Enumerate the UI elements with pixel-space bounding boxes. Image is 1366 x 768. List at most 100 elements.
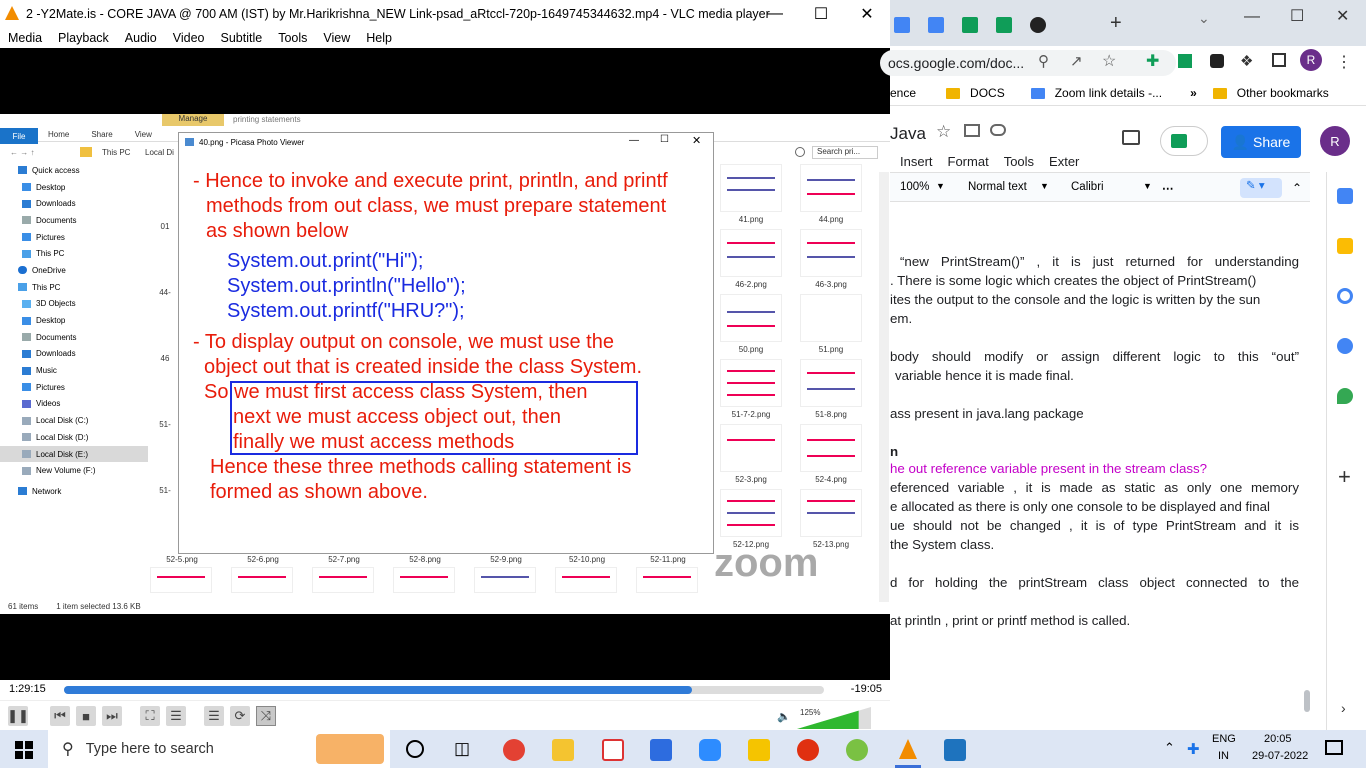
- account-avatar[interactable]: R: [1320, 126, 1350, 156]
- thumbnail[interactable]: [720, 489, 782, 537]
- doc-title[interactable]: Java: [890, 124, 926, 144]
- menu-tools[interactable]: Tools: [278, 31, 307, 45]
- address-local-disk[interactable]: Local Di: [145, 148, 174, 157]
- extension-icon[interactable]: ✚: [1146, 51, 1159, 71]
- maximize-button[interactable]: ☐: [798, 0, 844, 28]
- thumbnail[interactable]: [231, 567, 293, 593]
- style-select[interactable]: Normal text: [968, 181, 1027, 193]
- chevron-up-icon[interactable]: ⌃: [1164, 740, 1175, 756]
- extended-settings-icon[interactable]: ☰: [166, 706, 186, 726]
- refresh-icon[interactable]: [795, 147, 805, 157]
- comment-icon[interactable]: [1122, 130, 1140, 145]
- thumbnail[interactable]: [636, 567, 698, 593]
- share-button[interactable]: 👤 Share: [1221, 126, 1301, 158]
- explorer-search[interactable]: Search pri...: [812, 146, 878, 159]
- add-addon-icon[interactable]: +: [1338, 464, 1351, 490]
- document-page[interactable]: “new PrintStream()” , it is just returne…: [890, 204, 1310, 730]
- bookmark-star-icon[interactable]: ☆: [1102, 51, 1116, 71]
- bookmark-item[interactable]: ence: [890, 86, 916, 100]
- tray-app-icon[interactable]: ✚: [1187, 740, 1200, 758]
- contacts-icon[interactable]: [1337, 338, 1353, 354]
- back-arrow-icon[interactable]: ← → ↑: [10, 148, 34, 157]
- thumbnail[interactable]: [720, 164, 782, 212]
- sheets-tab-icon[interactable]: [962, 17, 978, 33]
- nav-documents[interactable]: Documents: [0, 212, 148, 229]
- menu-extensions[interactable]: Exter: [1049, 154, 1079, 169]
- menu-subtitle[interactable]: Subtitle: [221, 31, 263, 45]
- new-tab-icon[interactable]: +: [1110, 12, 1122, 35]
- bookmark-zoom[interactable]: Zoom link details -...: [1030, 86, 1172, 100]
- video-area[interactable]: Manage printing statements File Home Sha…: [0, 48, 890, 614]
- meet-button[interactable]: [1160, 126, 1208, 156]
- thumbnail[interactable]: [720, 294, 782, 342]
- menu-format[interactable]: Format: [948, 154, 989, 169]
- vlc-title-bar[interactable]: 2 -Y2Mate.is - CORE JAVA @ 700 AM (IST) …: [0, 0, 890, 28]
- puzzle-icon[interactable]: ❖: [1240, 52, 1253, 70]
- chevron-right-icon[interactable]: ›: [1341, 700, 1346, 716]
- nav-pictures-2[interactable]: Pictures: [0, 379, 148, 396]
- thumbnail[interactable]: [720, 424, 782, 472]
- github-icon[interactable]: [1030, 17, 1046, 33]
- menu-audio[interactable]: Audio: [125, 31, 157, 45]
- taskbar-search[interactable]: ⚲ Type here to search: [48, 730, 390, 768]
- thumbnail[interactable]: [312, 567, 374, 593]
- thumbnail[interactable]: [800, 229, 862, 277]
- tasks-icon[interactable]: [1337, 288, 1353, 304]
- nav-pictures[interactable]: Pictures: [0, 229, 148, 246]
- zoom-select[interactable]: 100%: [900, 181, 929, 193]
- menu-tools[interactable]: Tools: [1004, 154, 1034, 169]
- nav-disk-e[interactable]: Local Disk (E:): [0, 445, 148, 463]
- maximize-button[interactable]: ☐: [1290, 6, 1304, 26]
- store-icon[interactable]: [650, 739, 672, 761]
- nav-network[interactable]: Network: [0, 483, 148, 500]
- thumbnail[interactable]: [800, 489, 862, 537]
- file-tab[interactable]: File: [0, 128, 38, 144]
- docs-tab-icon[interactable]: [928, 17, 944, 33]
- zoom-icon[interactable]: [699, 739, 721, 761]
- share-tab[interactable]: Share: [91, 130, 112, 139]
- home-tab[interactable]: Home: [48, 130, 69, 139]
- speaker-icon[interactable]: 🔈: [774, 706, 794, 726]
- nav-music[interactable]: Music: [0, 362, 148, 379]
- thumbnail[interactable]: [800, 164, 862, 212]
- chevron-down-icon[interactable]: ▼: [936, 181, 945, 191]
- chevron-down-icon[interactable]: ▼: [1143, 181, 1152, 191]
- keep-icon[interactable]: [1337, 238, 1353, 254]
- volume-slider[interactable]: [797, 707, 871, 729]
- address-this-pc[interactable]: This PC: [102, 148, 130, 157]
- star-icon[interactable]: ☆: [936, 122, 951, 142]
- nav-disk-c[interactable]: Local Disk (C:): [0, 412, 148, 429]
- seek-bar[interactable]: [64, 686, 824, 694]
- picasa-title-bar[interactable]: 40.png - Picasa Photo Viewer — ☐ ✕: [179, 133, 713, 151]
- close-button[interactable]: ✕: [844, 0, 890, 28]
- cloud-status-icon[interactable]: [990, 124, 1006, 136]
- clock-date[interactable]: 29-07-2022: [1252, 750, 1308, 762]
- close-button[interactable]: ✕: [1336, 6, 1349, 26]
- nav-3d-objects[interactable]: 3D Objects: [0, 296, 148, 313]
- next-icon[interactable]: ⏭: [102, 706, 122, 726]
- clock-time[interactable]: 20:05: [1264, 733, 1292, 745]
- cortana-icon[interactable]: [406, 740, 424, 758]
- task-view-icon[interactable]: ◫: [454, 739, 470, 759]
- fullscreen-icon[interactable]: ⛶: [140, 706, 160, 726]
- shuffle-icon[interactable]: ⤨: [256, 706, 276, 726]
- photos-icon[interactable]: [944, 739, 966, 761]
- nav-disk-d[interactable]: Local Disk (D:): [0, 429, 148, 446]
- pause-icon[interactable]: ❚❚: [7, 706, 29, 726]
- maps-icon[interactable]: [1337, 388, 1353, 404]
- menu-help[interactable]: Help: [366, 31, 392, 45]
- vlc-taskbar-active[interactable]: [895, 730, 921, 768]
- address-bar[interactable]: ocs.google.com/doc...: [880, 50, 1176, 76]
- close-button[interactable]: ✕: [692, 134, 701, 147]
- nav-downloads[interactable]: Downloads: [0, 195, 148, 212]
- more-options-icon[interactable]: ⋯: [1162, 181, 1174, 195]
- nav-documents-2[interactable]: Documents: [0, 329, 148, 346]
- thumbnail[interactable]: [720, 359, 782, 407]
- loop-icon[interactable]: ⟳: [230, 706, 250, 726]
- thumbnail[interactable]: [150, 567, 212, 593]
- kebab-menu-icon[interactable]: ⋮: [1336, 52, 1352, 72]
- extension-icon[interactable]: [1210, 54, 1224, 68]
- other-bookmarks[interactable]: Other bookmarks: [1212, 86, 1339, 100]
- menu-view[interactable]: View: [323, 31, 350, 45]
- thumbnail[interactable]: [474, 567, 536, 593]
